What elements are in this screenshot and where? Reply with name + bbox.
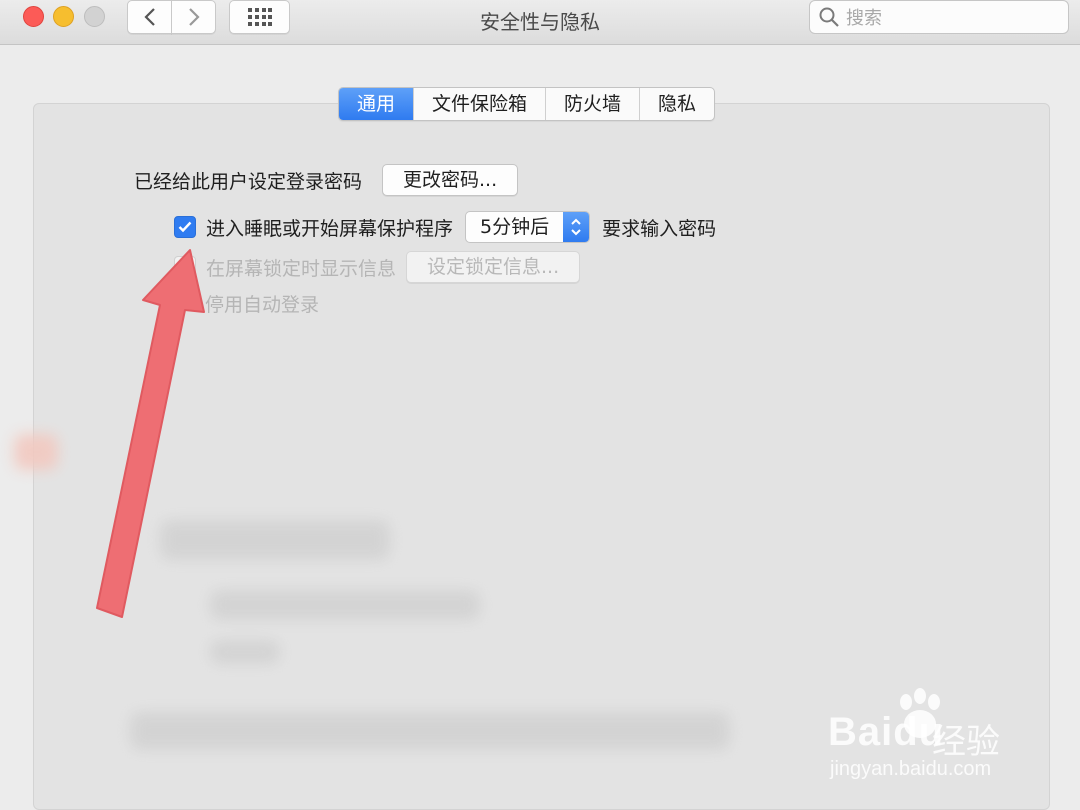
auto-login-row: 停用自动登录 [205, 290, 319, 317]
title-bar: 安全性与隐私 搜索 [0, 0, 1080, 45]
require-password-suffix: 要求输入密码 [602, 217, 717, 240]
tab-filevault[interactable]: 文件保险箱 [413, 88, 545, 120]
checkmark-icon [178, 221, 192, 233]
blurred-footer-text [130, 712, 730, 750]
lock-message-row: 在屏幕锁定时显示信息 设定锁定信息... [174, 251, 581, 283]
watermark-brand: Baidu [828, 710, 945, 754]
tab-privacy[interactable]: 隐私 [639, 88, 714, 120]
blurred-option [210, 590, 480, 620]
lock-message-checkbox[interactable] [174, 256, 196, 278]
updown-chevron-icon [563, 212, 590, 242]
blurred-lock-icon [14, 434, 58, 470]
watermark-url: jingyan.baidu.com [830, 758, 992, 780]
disable-auto-login-label: 停用自动登录 [205, 294, 320, 316]
blurred-option-small [210, 640, 280, 664]
tab-bar: 通用 文件保险箱 防火墙 隐私 [338, 87, 716, 121]
search-field[interactable]: 搜索 [809, 0, 1069, 34]
password-set-label: 已经给此用户设定登录密码 [134, 170, 363, 193]
search-icon [819, 7, 839, 27]
require-password-row: 进入睡眠或开始屏幕保护程序 5分钟后 要求输入密码 [174, 211, 716, 243]
tab-firewall[interactable]: 防火墙 [545, 88, 639, 120]
require-password-label: 进入睡眠或开始屏幕保护程序 [206, 217, 454, 240]
set-lock-message-button[interactable]: 设定锁定信息... [406, 251, 581, 283]
watermark-brand-cn: 经验 [932, 722, 1000, 762]
search-placeholder: 搜索 [846, 8, 882, 29]
change-password-button[interactable]: 更改密码... [382, 164, 519, 196]
tab-general[interactable]: 通用 [339, 88, 414, 120]
lock-message-label: 在屏幕锁定时显示信息 [206, 257, 397, 280]
require-password-delay-value: 5分钟后 [480, 216, 550, 238]
blurred-section-heading [160, 520, 390, 560]
require-password-checkbox[interactable] [174, 216, 196, 238]
baidu-watermark: Baidu 经验 jingyan.baidu.com [828, 688, 1028, 788]
require-password-delay-select[interactable]: 5分钟后 [465, 211, 591, 243]
password-row: 已经给此用户设定登录密码 更改密码... [134, 164, 519, 196]
